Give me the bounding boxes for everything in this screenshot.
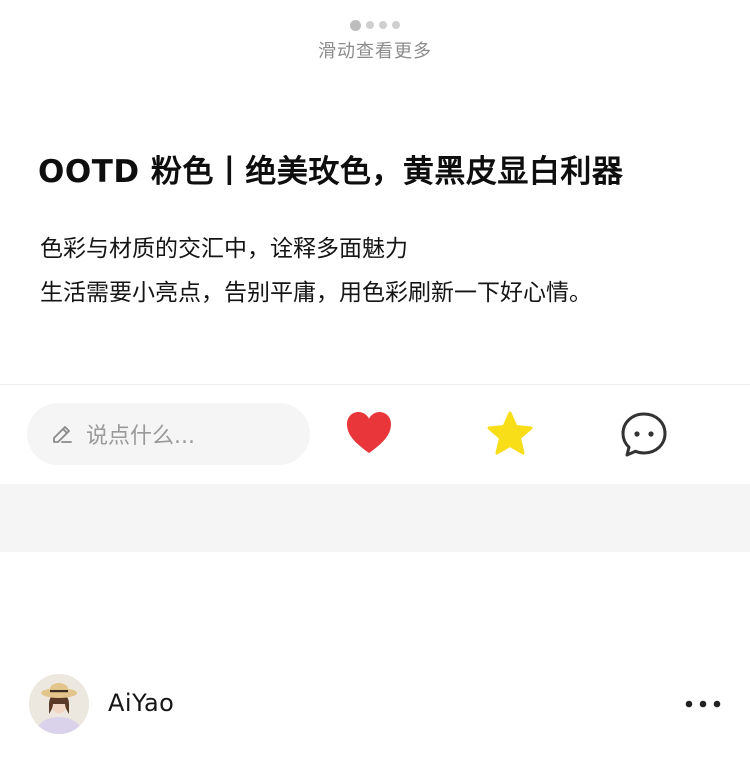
- page-dot-active: [350, 19, 361, 31]
- comment-placeholder: 说点什么...: [86, 424, 195, 449]
- section-separator: [0, 484, 750, 552]
- author-name[interactable]: AiYao: [108, 689, 174, 717]
- pencil-icon: [53, 426, 72, 443]
- page-indicator: [0, 17, 750, 33]
- divider: [0, 384, 750, 385]
- star-icon[interactable]: [486, 410, 534, 458]
- swipe-hint: 滑动查看更多: [318, 41, 432, 62]
- post-description-line: 色彩与材质的交汇中，诠释多面魅力: [40, 236, 408, 262]
- avatar-image: [29, 674, 89, 734]
- page-dot: [392, 21, 400, 29]
- more-dots-icon[interactable]: [684, 699, 722, 709]
- avatar[interactable]: [29, 674, 89, 734]
- post-description-line: 生活需要小亮点，告别平庸，用色彩刷新一下好心情。: [40, 280, 592, 306]
- comment-input[interactable]: 说点什么...: [27, 403, 310, 465]
- page-dot: [366, 21, 374, 29]
- post-title: OOTD 粉色丨绝美玫色，黄黑皮显白利器: [38, 154, 624, 190]
- heart-icon[interactable]: [345, 410, 393, 456]
- chat-bubble-icon[interactable]: [619, 410, 669, 460]
- page-dot: [379, 21, 387, 29]
